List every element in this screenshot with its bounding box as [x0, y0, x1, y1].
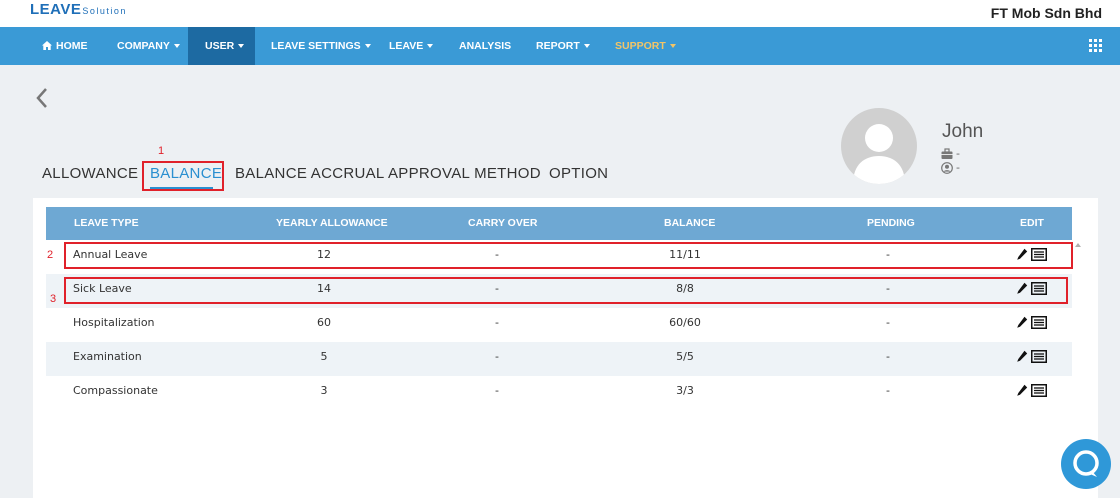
- main-nav: HOME COMPANY USER LEAVE SETTINGS LEAVE A…: [0, 27, 1120, 65]
- nav-item-home[interactable]: HOME: [30, 27, 100, 65]
- annotation-box-1: [142, 161, 224, 191]
- table-row: Examination 5 - 5/5 -: [46, 342, 1072, 376]
- nav-item-analysis[interactable]: ANALYSIS: [447, 27, 523, 65]
- annotation-box-2: [64, 242, 1073, 269]
- cell-balance: 5/5: [676, 350, 694, 363]
- logo-sub-text: Solution: [82, 6, 127, 16]
- cell-yearly-allowance: 5: [320, 350, 328, 363]
- avatar: [841, 108, 917, 184]
- profile-name: John: [942, 121, 984, 142]
- cell-pending: -: [886, 384, 890, 397]
- cell-balance: 60/60: [669, 316, 701, 329]
- nav-label-home: HOME: [56, 40, 88, 52]
- profile-role: -: [941, 161, 960, 174]
- user-circle-icon: [941, 161, 953, 174]
- nav-item-report[interactable]: REPORT: [524, 27, 602, 65]
- logo-main-text: LEAVE: [30, 1, 82, 18]
- nav-label-analysis: ANALYSIS: [459, 40, 512, 52]
- column-header-yearly-allowance: YEARLY ALLOWANCE: [276, 217, 388, 229]
- nav-label-company: COMPANY: [117, 40, 170, 52]
- cell-carry-over: -: [495, 316, 499, 329]
- profile-department: -: [941, 147, 960, 160]
- table-row: Compassionate 3 - 3/3 -: [46, 376, 1072, 410]
- pencil-icon[interactable]: [1016, 316, 1028, 329]
- tab-option[interactable]: OPTION: [549, 165, 608, 182]
- list-icon[interactable]: [1031, 316, 1047, 329]
- cell-carry-over: -: [495, 350, 499, 363]
- department-value: -: [956, 147, 960, 160]
- grid-icon[interactable]: [1089, 39, 1102, 52]
- pencil-icon[interactable]: [1016, 350, 1028, 363]
- column-header-pending: PENDING: [867, 217, 915, 229]
- company-name: FT Mob Sdn Bhd: [990, 5, 1102, 21]
- nav-item-leave[interactable]: LEAVE: [377, 27, 445, 65]
- home-icon: [42, 41, 52, 50]
- column-header-edit: EDIT: [1020, 217, 1044, 229]
- cell-yearly-allowance: 3: [320, 384, 328, 397]
- annotation-number-3: 3: [50, 293, 57, 305]
- chevron-down-icon: [583, 44, 590, 49]
- table-header: LEAVE TYPE YEARLY ALLOWANCE CARRY OVER B…: [46, 207, 1072, 240]
- nav-label-support: SUPPORT: [615, 40, 666, 52]
- nav-item-user[interactable]: USER: [188, 27, 255, 65]
- cell-leave-type: Compassionate: [73, 384, 158, 397]
- tab-balance-accrual[interactable]: BALANCE ACCRUAL: [235, 165, 385, 182]
- chevron-down-icon: [669, 44, 676, 49]
- nav-item-support[interactable]: SUPPORT: [603, 27, 688, 65]
- briefcase-icon: [941, 147, 953, 159]
- chevron-down-icon: [427, 44, 434, 49]
- cell-yearly-allowance: 60: [317, 316, 331, 329]
- tab-allowance[interactable]: ALLOWANCE: [42, 165, 138, 182]
- role-value: -: [956, 161, 960, 174]
- column-header-leave-type: LEAVE TYPE: [74, 217, 139, 229]
- list-icon[interactable]: [1031, 350, 1047, 363]
- column-header-balance: BALANCE: [664, 217, 716, 229]
- app-logo[interactable]: LEAVE Solution: [30, 0, 127, 18]
- cell-pending: -: [886, 350, 890, 363]
- nav-item-leave-settings[interactable]: LEAVE SETTINGS: [259, 27, 383, 65]
- nav-label-leave: LEAVE: [389, 40, 424, 52]
- table-row: Hospitalization 60 - 60/60 -: [46, 308, 1072, 342]
- tab-approval-method[interactable]: APPROVAL METHOD: [388, 165, 541, 182]
- cell-carry-over: -: [495, 384, 499, 397]
- annotation-number-1: 1: [158, 145, 165, 157]
- cell-leave-type: Hospitalization: [73, 316, 155, 329]
- top-bar: LEAVE Solution FT Mob Sdn Bhd: [0, 0, 1120, 27]
- nav-label-leave-settings: LEAVE SETTINGS: [271, 40, 361, 52]
- back-arrow-icon[interactable]: [34, 86, 52, 110]
- chevron-down-icon: [364, 44, 371, 49]
- pencil-icon[interactable]: [1016, 384, 1028, 397]
- annotation-number-2: 2: [47, 249, 54, 261]
- nav-label-user: USER: [205, 40, 235, 52]
- column-header-carry-over: CARRY OVER: [468, 217, 538, 229]
- cell-pending: -: [886, 316, 890, 329]
- chat-icon: [1073, 450, 1099, 477]
- cell-leave-type: Examination: [73, 350, 142, 363]
- scroll-up-arrow-icon[interactable]: [1075, 243, 1081, 247]
- chat-button[interactable]: [1061, 439, 1111, 489]
- nav-label-report: REPORT: [536, 40, 580, 52]
- chevron-down-icon: [238, 44, 245, 49]
- nav-item-company[interactable]: COMPANY: [105, 27, 192, 65]
- chevron-down-icon: [173, 44, 180, 49]
- annotation-box-3: [64, 277, 1068, 304]
- cell-balance: 3/3: [676, 384, 694, 397]
- list-icon[interactable]: [1031, 384, 1047, 397]
